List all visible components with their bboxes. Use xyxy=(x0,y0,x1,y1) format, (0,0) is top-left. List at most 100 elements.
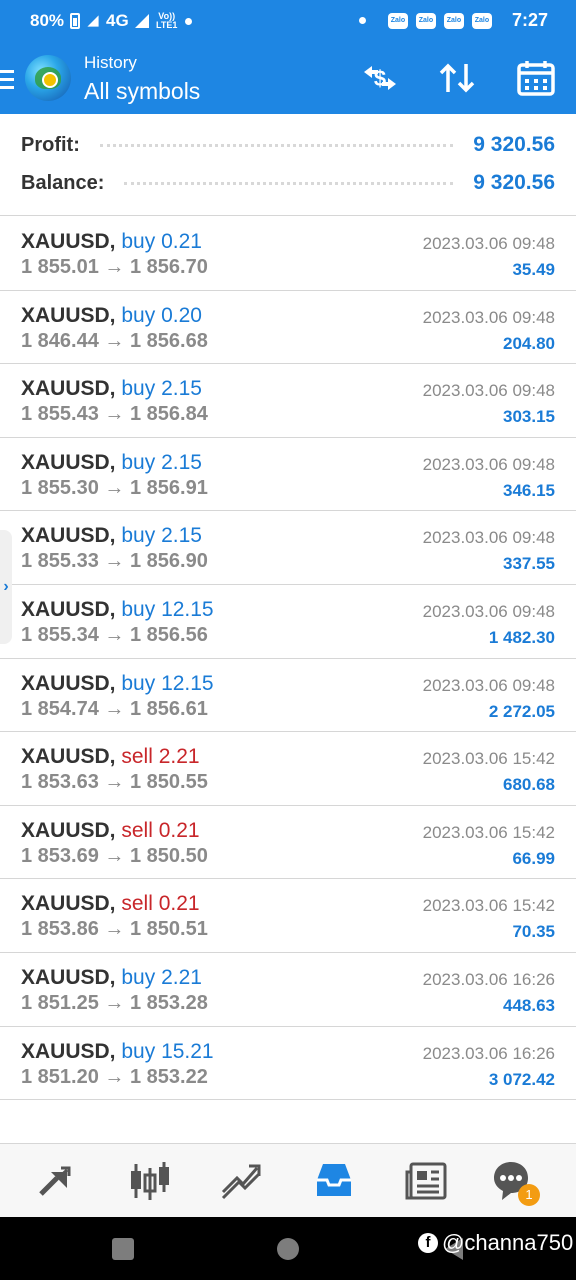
trade-volume: 12.15 xyxy=(161,597,214,621)
trade-symbol: XAUUSD, xyxy=(21,303,116,327)
trade-row[interactable]: XAUUSD, buy 12.15 1 855.34 → 1 856.56 2023… xyxy=(0,585,576,659)
history-icon[interactable] xyxy=(311,1158,357,1204)
open-price: 1 855.30 xyxy=(21,476,99,499)
currency-filter-icon[interactable]: $ xyxy=(358,58,402,98)
trade-row[interactable]: XAUUSD, buy 0.20 1 846.44 → 1 856.68 2023.… xyxy=(0,291,576,365)
open-price: 1 851.20 xyxy=(21,1065,99,1088)
trade-symbol: XAUUSD, xyxy=(21,377,116,401)
trade-row[interactable]: XAUUSD, sell 2.21 1 853.63 → 1 850.55 2023… xyxy=(0,732,576,806)
trade-row[interactable]: XAUUSD, buy 15.21 1 851.20 → 1 853.22 2023… xyxy=(0,1027,576,1101)
zalo-notification-icon: Zalo xyxy=(443,12,464,29)
sort-icon[interactable] xyxy=(436,58,480,98)
open-price: 1 853.86 xyxy=(21,918,99,941)
dotted-leader xyxy=(124,181,454,185)
trade-time: 2023.03.06 09:48 xyxy=(422,381,555,401)
watermark-text: @channa750 xyxy=(442,1230,574,1255)
trade-icon[interactable] xyxy=(219,1158,265,1204)
trade-symbol: XAUUSD, xyxy=(21,597,116,621)
trade-profit: 3 072.42 xyxy=(488,1069,555,1089)
close-price: 1 850.51 xyxy=(129,918,208,941)
open-price: 1 853.69 xyxy=(21,844,99,867)
trade-prices: 1 855.34 → 1 856.56 xyxy=(21,624,208,647)
trade-prices: 1 853.63 → 1 850.55 xyxy=(21,771,208,794)
open-price: 1 855.01 xyxy=(21,256,99,278)
trade-profit: 303.15 xyxy=(503,407,555,427)
arrow-icon: → xyxy=(104,623,125,646)
calendar-icon[interactable] xyxy=(514,58,558,98)
trade-symbol: XAUUSD, xyxy=(21,892,116,916)
facebook-icon: f xyxy=(418,1233,438,1253)
trade-profit: 1 482.30 xyxy=(488,627,555,647)
trade-side: buy xyxy=(121,597,156,621)
trade-volume: 12.15 xyxy=(161,671,214,695)
trade-prices: 1 855.30 → 1 856.91 xyxy=(21,477,208,500)
trade-row[interactable]: XAUUSD, sell 0.21 1 853.69 → 1 850.50 2023… xyxy=(0,806,576,880)
recents-button[interactable] xyxy=(112,1238,134,1260)
trade-time: 2023.03.06 09:48 xyxy=(422,454,555,474)
symbol-filter[interactable]: All symbols xyxy=(84,78,200,105)
trade-side: buy xyxy=(121,524,156,548)
messages-icon[interactable]: 1 xyxy=(488,1158,540,1206)
trade-side: buy xyxy=(121,303,156,327)
volte-indicator: Vo)) LTE1 xyxy=(156,11,178,30)
trade-row[interactable]: XAUUSD, buy 2.15 1 855.43 → 1 856.84 2023.… xyxy=(0,364,576,438)
trade-row[interactable]: XAUUSD, buy 2.15 1 855.30 → 1 856.91 2023.… xyxy=(0,438,576,512)
trade-symbol-line: XAUUSD, buy 0.21 xyxy=(21,230,202,254)
status-right: Zalo Zalo Zalo Zalo 7:27 xyxy=(358,10,548,31)
trade-symbol-line: XAUUSD, sell 0.21 xyxy=(21,819,200,843)
chart-icon[interactable] xyxy=(127,1158,173,1204)
menu-icon[interactable] xyxy=(0,70,14,94)
trade-profit: 204.80 xyxy=(503,333,555,353)
trade-time: 2023.03.06 15:42 xyxy=(422,896,555,916)
close-price: 1 850.50 xyxy=(129,844,208,867)
trade-row[interactable]: XAUUSD, buy 12.15 1 854.74 → 1 856.61 2023… xyxy=(0,659,576,733)
profit-value: 9 320.56 xyxy=(473,133,555,156)
trade-list: XAUUSD, buy 0.21 1 855.01 → 1 856.70 2023.… xyxy=(0,217,576,1101)
trade-time: 2023.03.06 15:42 xyxy=(422,822,555,842)
trade-row[interactable]: XAUUSD, buy 2.21 1 851.25 → 1 853.28 2023.… xyxy=(0,953,576,1027)
trade-symbol: XAUUSD, xyxy=(21,524,116,548)
side-panel-handle[interactable]: › xyxy=(0,530,12,644)
trade-profit: 337.55 xyxy=(503,554,555,574)
trade-symbol-line: XAUUSD, buy 2.21 xyxy=(21,966,202,990)
close-price: 1 856.84 xyxy=(129,403,208,426)
trade-symbol: XAUUSD, xyxy=(21,1039,116,1063)
open-price: 1 851.25 xyxy=(21,991,99,1014)
trade-profit: 70.35 xyxy=(512,922,555,942)
trade-prices: 1 851.25 → 1 853.28 xyxy=(21,992,208,1015)
trade-prices: 1 855.01 → 1 856.70 xyxy=(21,256,208,279)
cell-signal-icon xyxy=(134,14,149,28)
top-bar: 80% 4G Vo)) LTE1 Zalo Zalo Zalo Zalo 7:2… xyxy=(0,0,576,114)
open-price: 1 855.33 xyxy=(21,550,99,573)
trade-symbol: XAUUSD, xyxy=(21,745,116,769)
network-type: 4G xyxy=(106,11,129,30)
close-price: 1 856.91 xyxy=(129,476,208,499)
trade-prices: 1 853.69 → 1 850.50 xyxy=(21,845,208,868)
trade-time: 2023.03.06 09:48 xyxy=(422,675,555,695)
trade-symbol-line: XAUUSD, buy 0.20 xyxy=(21,304,202,328)
trade-profit: 66.99 xyxy=(512,848,555,868)
trade-row[interactable]: XAUUSD, buy 2.15 1 855.33 → 1 856.90 2023.… xyxy=(0,511,576,585)
trade-volume: 2.21 xyxy=(161,965,202,989)
trade-prices: 1 846.44 → 1 856.68 xyxy=(21,330,208,353)
status-bar: 80% 4G Vo)) LTE1 Zalo Zalo Zalo Zalo 7:2… xyxy=(0,0,576,42)
trade-time: 2023.03.06 09:48 xyxy=(422,601,555,621)
trade-side: buy xyxy=(121,450,156,474)
trade-symbol: XAUUSD, xyxy=(21,818,116,842)
close-price: 1 856.56 xyxy=(129,623,208,646)
quotes-icon[interactable] xyxy=(35,1158,81,1204)
trade-symbol-line: XAUUSD, sell 0.21 xyxy=(21,892,200,916)
trade-time: 2023.03.06 16:26 xyxy=(422,969,555,989)
trade-profit: 2 272.05 xyxy=(488,701,555,721)
home-button[interactable] xyxy=(277,1238,299,1260)
trade-row[interactable]: XAUUSD, buy 0.21 1 855.01 → 1 856.70 2023.… xyxy=(0,217,576,291)
news-icon[interactable] xyxy=(403,1158,449,1204)
arrow-icon: → xyxy=(104,256,125,278)
balance-value: 9 320.56 xyxy=(473,171,555,194)
trade-row[interactable]: XAUUSD, sell 0.21 1 853.86 → 1 850.51 2023… xyxy=(0,879,576,953)
wifi-signal-icon xyxy=(87,15,99,27)
close-price: 1 853.22 xyxy=(129,1065,208,1088)
arrow-icon: → xyxy=(104,1065,125,1088)
profit-label: Profit: xyxy=(21,133,80,156)
arrow-icon: → xyxy=(104,844,125,867)
